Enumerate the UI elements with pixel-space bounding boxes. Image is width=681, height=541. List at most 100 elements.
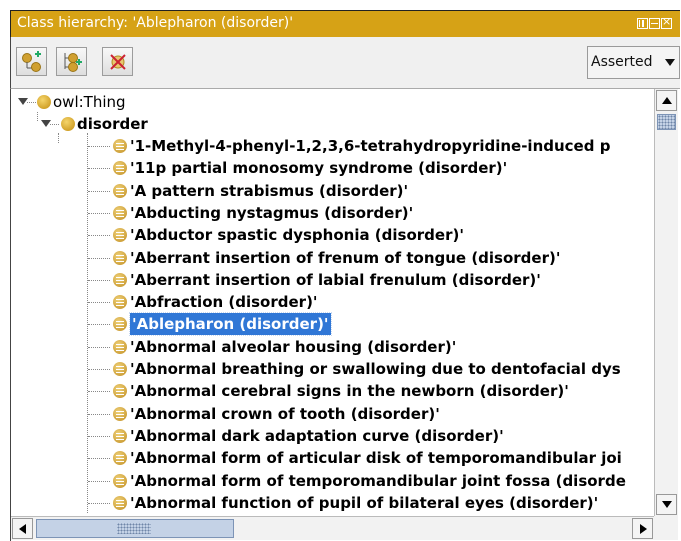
tree-connector <box>88 212 110 214</box>
defined-class-icon <box>113 272 127 287</box>
tree-connector <box>88 168 110 170</box>
tree-node-label: 'Abnormal crown of tooth (disorder)' <box>130 404 440 423</box>
panel-title: Class hierarchy: 'Ablepharon (disorder)' <box>17 15 294 31</box>
tree-node-label: 'Abnormal alveolar housing (disorder)' <box>130 337 457 356</box>
tree-node[interactable]: 'Abnormal breathing or swallowing due to… <box>11 358 651 380</box>
tree-node-label: 'Abductor spastic dysphonia (disorder)' <box>130 226 464 245</box>
add-sibling-icon <box>64 53 82 72</box>
tree-node-selected[interactable]: 'Ablepharon (disorder)' <box>11 312 651 337</box>
tree-node-root[interactable]: owl:Thing <box>11 91 651 113</box>
defined-class-icon <box>113 473 127 488</box>
tree-connector <box>50 124 59 125</box>
tree-node-label: 'Ablepharon (disorder)' <box>129 312 332 337</box>
tree-node[interactable]: 'A pattern strabismus (disorder)' <box>11 180 651 202</box>
tree-node[interactable]: 'Abnormal cerebral signs in the newborn … <box>11 380 651 402</box>
panel-title-bar: Class hierarchy: 'Ablepharon (disorder)' <box>10 10 680 37</box>
defined-class-icon <box>113 362 127 376</box>
class-icon <box>61 117 75 131</box>
tree-node[interactable]: 'Abnormal form of temporomandibular join… <box>11 470 651 492</box>
tree-node[interactable]: 'Abducting nystagmus (disorder)' <box>11 202 651 224</box>
scroll-corner <box>654 516 678 540</box>
tree-connector <box>88 279 110 281</box>
defined-class-icon <box>113 183 127 198</box>
tree-node[interactable]: 'Abfraction (disorder)' <box>11 291 651 313</box>
delete-class-button[interactable] <box>102 47 133 76</box>
tree-connector <box>88 413 110 415</box>
scroll-right-icon[interactable] <box>632 518 653 539</box>
tree-connector <box>88 346 110 348</box>
window-controls <box>637 15 672 29</box>
tree-node-disorder[interactable]: disorder <box>11 113 651 135</box>
vertical-scroll-thumb[interactable] <box>657 114 676 130</box>
tree-node-label: 'Abnormal dark adaptation curve (disorde… <box>130 426 504 445</box>
tree-node-label: 'Abducting nystagmus (disorder)' <box>130 203 414 222</box>
scroll-down-icon[interactable] <box>656 494 677 515</box>
restore-icon[interactable] <box>637 18 648 29</box>
tree-node[interactable]: 'Aberrant insertion of labial frenulum (… <box>11 269 651 291</box>
delete-class-icon <box>110 54 126 70</box>
close-icon[interactable] <box>661 15 672 29</box>
defined-class-icon <box>113 250 127 265</box>
tree-connector <box>27 102 36 103</box>
defined-class-icon <box>113 406 127 421</box>
scroll-up-icon[interactable] <box>656 90 677 111</box>
tree-node[interactable]: 'Aberrant insertion of frenum of tongue … <box>11 247 651 269</box>
tree-node-label: 'Abnormal breathing or swallowing due to… <box>130 360 621 378</box>
add-sibling-button[interactable] <box>56 47 87 76</box>
horizontal-scrollbar[interactable] <box>11 516 654 540</box>
tree-node[interactable]: '11p partial monosomy syndrome (disorder… <box>11 157 651 179</box>
defined-class-icon <box>113 205 127 220</box>
tree-node-label: 'A pattern strabismus (disorder)' <box>130 181 409 200</box>
scroll-left-icon[interactable] <box>12 518 33 539</box>
tree-node-label: 'Aberrant insertion of frenum of tongue … <box>130 248 561 267</box>
tree-node-label: 'Abnormal cerebral signs in the newborn … <box>130 382 569 401</box>
tree-connector <box>88 369 110 370</box>
tree-node[interactable]: 'Abnormal function of pupil of bilateral… <box>11 492 651 514</box>
tree-node[interactable]: 'Abductor spastic dysphonia (disorder)' <box>11 224 651 246</box>
defined-class-icon <box>113 295 127 310</box>
tree-node-label: 'Abnormal form of articular disk of temp… <box>130 449 622 468</box>
view-mode-dropdown[interactable]: Asserted <box>587 46 680 79</box>
defined-class-icon <box>113 451 127 466</box>
tree-connector <box>88 480 110 482</box>
tree-node-label: '11p partial monosomy syndrome (disorder… <box>130 159 508 178</box>
tree-node-label: '1-Methyl-4-phenyl-1,2,3,6-tetrahydropyr… <box>130 137 611 155</box>
defined-class-icon <box>113 228 127 243</box>
tree-node-label: 'Abnormal function of pupil of bilateral… <box>130 493 599 512</box>
tree-connector <box>88 146 110 147</box>
tree-connector <box>88 235 110 237</box>
tree-node[interactable]: 'Abnormal alveolar housing (disorder)' <box>11 336 651 358</box>
defined-class-icon <box>113 339 127 354</box>
defined-class-icon <box>113 495 127 510</box>
tree-connector <box>88 458 110 460</box>
tree-connector <box>88 391 110 393</box>
tree-node[interactable]: '1-Methyl-4-phenyl-1,2,3,6-tetrahydropyr… <box>11 135 651 157</box>
maximize-icon[interactable] <box>649 18 660 29</box>
tree-node-label: 'Abnormal form of temporomandibular join… <box>130 471 626 490</box>
defined-class-icon <box>113 384 127 399</box>
defined-class-icon <box>113 428 127 443</box>
class-tree-view: owl:Thing disorder '1-Methyl-4-phenyl-1,… <box>10 88 680 541</box>
tree-connector <box>88 435 110 437</box>
tree-node-label: owl:Thing <box>53 93 126 111</box>
class-icon <box>37 95 51 109</box>
scroll-grip <box>117 523 151 534</box>
tree-connector <box>88 302 110 304</box>
tree-node-label: 'Abfraction (disorder)' <box>130 293 318 312</box>
add-subclass-icon <box>22 51 41 72</box>
add-subclass-button[interactable] <box>16 47 47 76</box>
chevron-down-icon <box>665 59 675 66</box>
tree-connector <box>88 502 110 504</box>
class-hierarchy-panel: Class hierarchy: 'Ablepharon (disorder)' <box>10 10 680 541</box>
horizontal-scroll-thumb[interactable] <box>36 519 234 538</box>
vertical-scrollbar[interactable] <box>654 89 678 516</box>
tree-node-label: 'Aberrant insertion of labial frenulum (… <box>130 270 541 289</box>
tree-node-label: disorder <box>77 115 148 133</box>
view-mode-value: Asserted <box>591 54 653 70</box>
tree-connector <box>88 190 110 192</box>
defined-class-icon <box>113 139 127 153</box>
tree-node[interactable]: 'Abnormal crown of tooth (disorder)' <box>11 403 651 425</box>
tree-node[interactable]: 'Abnormal dark adaptation curve (disorde… <box>11 425 651 447</box>
tree-connector <box>88 257 110 259</box>
tree-node[interactable]: 'Abnormal form of articular disk of temp… <box>11 447 651 469</box>
